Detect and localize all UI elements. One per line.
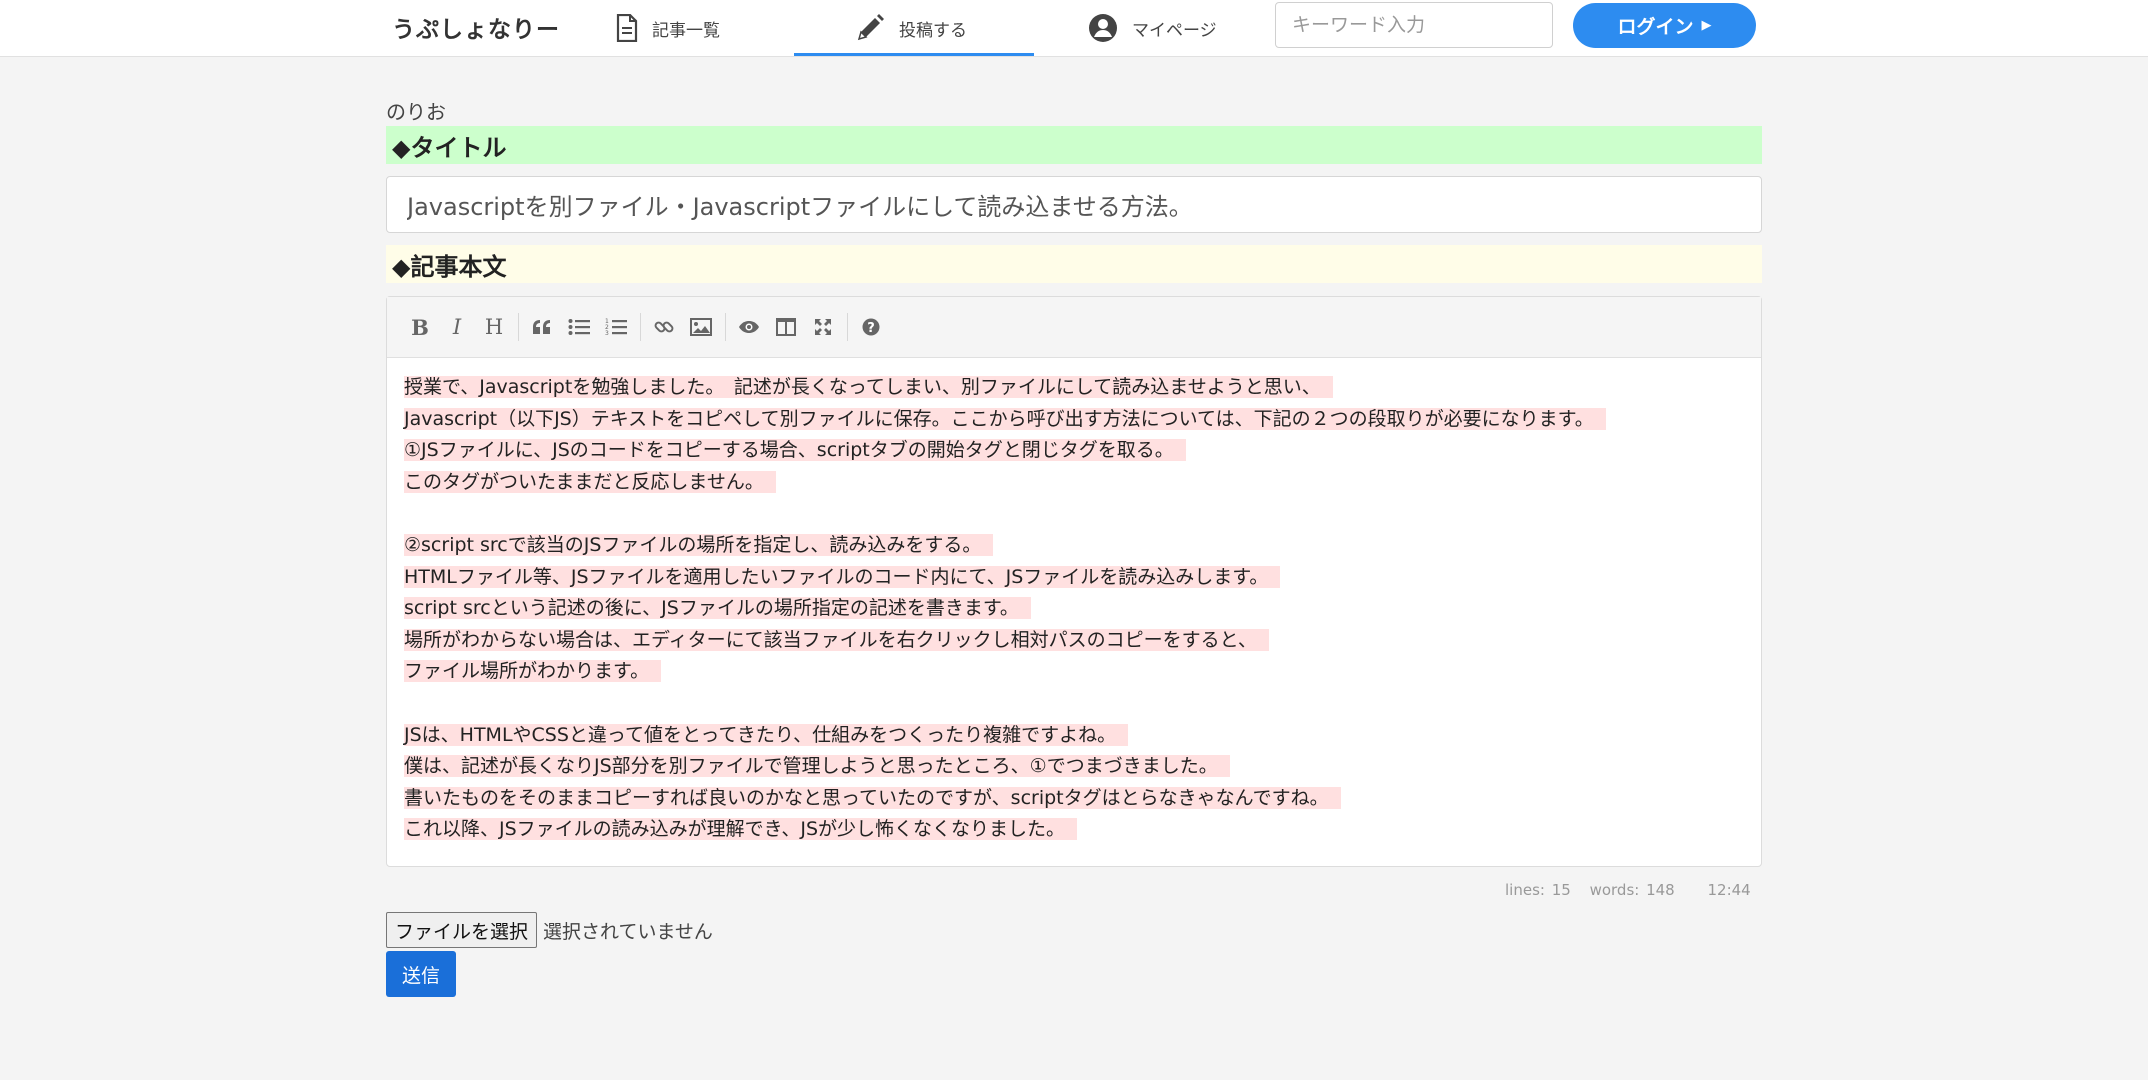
login-label: ログイン xyxy=(1617,16,1694,38)
file-upload: ファイルを選択 選択されていません xyxy=(386,912,713,948)
svg-text:?: ? xyxy=(867,321,875,336)
nav-articles-label: 記事一覧 xyxy=(652,20,720,41)
author-name: のりお xyxy=(386,100,446,124)
editor-line: Javascript（以下JS）テキストをコピペして別ファイルに保存。ここから呼… xyxy=(404,404,1743,436)
image-icon[interactable] xyxy=(686,312,716,342)
editor-line: 授業で、Javascriptを勉強しました。 記述が長くなってしまい、別ファイル… xyxy=(404,372,1743,404)
choose-file-button[interactable]: ファイルを選択 xyxy=(386,912,538,948)
editor-line: このタグがついたままだと反応しません。 xyxy=(404,467,1743,499)
editor-line: ①JSファイルに、JSのコードをコピーする場合、scriptタブの開始タグと閉じ… xyxy=(404,435,1743,467)
editor-text-area[interactable]: 授業で、Javascriptを勉強しました。 記述が長くなってしまい、別ファイル… xyxy=(387,358,1761,846)
submit-button[interactable]: 送信 xyxy=(386,951,456,997)
title-input[interactable] xyxy=(386,176,1762,233)
link-icon[interactable] xyxy=(649,312,679,342)
svg-text:3: 3 xyxy=(605,330,609,337)
search-input[interactable] xyxy=(1275,2,1553,48)
editor-line: ファイル場所がわかります。 xyxy=(404,656,1743,688)
nav-mypage-label: マイページ xyxy=(1132,20,1217,41)
preview-icon[interactable] xyxy=(734,312,764,342)
unordered-list-icon[interactable] xyxy=(564,312,594,342)
editor-toolbar: B I H 123 ? xyxy=(387,297,1761,358)
site-logo[interactable]: うぷしょなりー xyxy=(392,10,560,44)
toolbar-divider xyxy=(847,313,848,341)
bold-icon[interactable]: B xyxy=(405,312,435,342)
login-button[interactable]: ログイン ▶ xyxy=(1573,3,1756,48)
editor-line: これ以降、JSファイルの読み込みが理解でき、JSが少し怖くなくなりました。 xyxy=(404,814,1743,846)
editor-line: script srcという記述の後に、JSファイルの場所指定の記述を書きます。 xyxy=(404,593,1743,625)
user-circle-icon xyxy=(1089,14,1117,42)
toolbar-divider xyxy=(640,313,641,341)
editor-line: 書いたものをそのままコピーすれば良いのかなと思っていたのですが、scriptタグ… xyxy=(404,783,1743,815)
quote-icon[interactable] xyxy=(527,312,557,342)
file-status-text: 選択されていません xyxy=(543,920,713,943)
caret-right-icon: ▶ xyxy=(1701,18,1712,33)
body-section-label: ◆記事本文 xyxy=(386,245,1762,283)
active-tab-indicator xyxy=(794,53,1034,56)
document-icon xyxy=(616,14,638,42)
nav-articles[interactable]: 記事一覧 xyxy=(616,0,720,56)
markdown-editor: B I H 123 ? 授業で、Javascriptを勉強しました。 記述が長く… xyxy=(386,296,1762,867)
heading-icon[interactable]: H xyxy=(479,312,509,342)
line-count: lines: 15 xyxy=(1505,881,1571,899)
editor-line: HTMLファイル等、JSファイルを適用したいファイルのコード内にて、JSファイル… xyxy=(404,562,1743,594)
title-section-label: ◆タイトル xyxy=(386,126,1762,164)
italic-icon[interactable]: I xyxy=(442,312,472,342)
fullscreen-icon[interactable] xyxy=(808,312,838,342)
side-by-side-icon[interactable] xyxy=(771,312,801,342)
nav-post-label: 投稿する xyxy=(899,20,967,41)
word-count: words: 148 xyxy=(1589,881,1675,899)
top-nav-bar: うぷしょなりー 記事一覧 投稿する マイページ ログイン ▶ xyxy=(0,0,2148,57)
cursor-position: 12:44 xyxy=(1707,881,1751,899)
editor-statusbar: lines: 15 words: 148 12:44 xyxy=(1505,881,1763,899)
toolbar-divider xyxy=(725,313,726,341)
editor-line: ②script srcで該当のJSファイルの場所を指定し、読み込みをする。 xyxy=(404,530,1743,562)
toolbar-divider xyxy=(518,313,519,341)
pencil-icon xyxy=(857,14,884,41)
nav-post[interactable]: 投稿する xyxy=(855,0,967,56)
editor-line: JSは、HTMLやCSSと違って値をとってきたり、仕組みをつくったり複雑ですよね… xyxy=(404,720,1743,752)
ordered-list-icon[interactable]: 123 xyxy=(601,312,631,342)
editor-line: 僕は、記述が長くなりJS部分を別ファイルで管理しようと思ったところ、①でつまづき… xyxy=(404,751,1743,783)
help-icon[interactable]: ? xyxy=(856,312,886,342)
nav-mypage[interactable]: マイページ xyxy=(1088,0,1217,56)
editor-line: 場所がわからない場合は、エディターにて該当ファイルを右クリックし相対パスのコピー… xyxy=(404,625,1743,657)
